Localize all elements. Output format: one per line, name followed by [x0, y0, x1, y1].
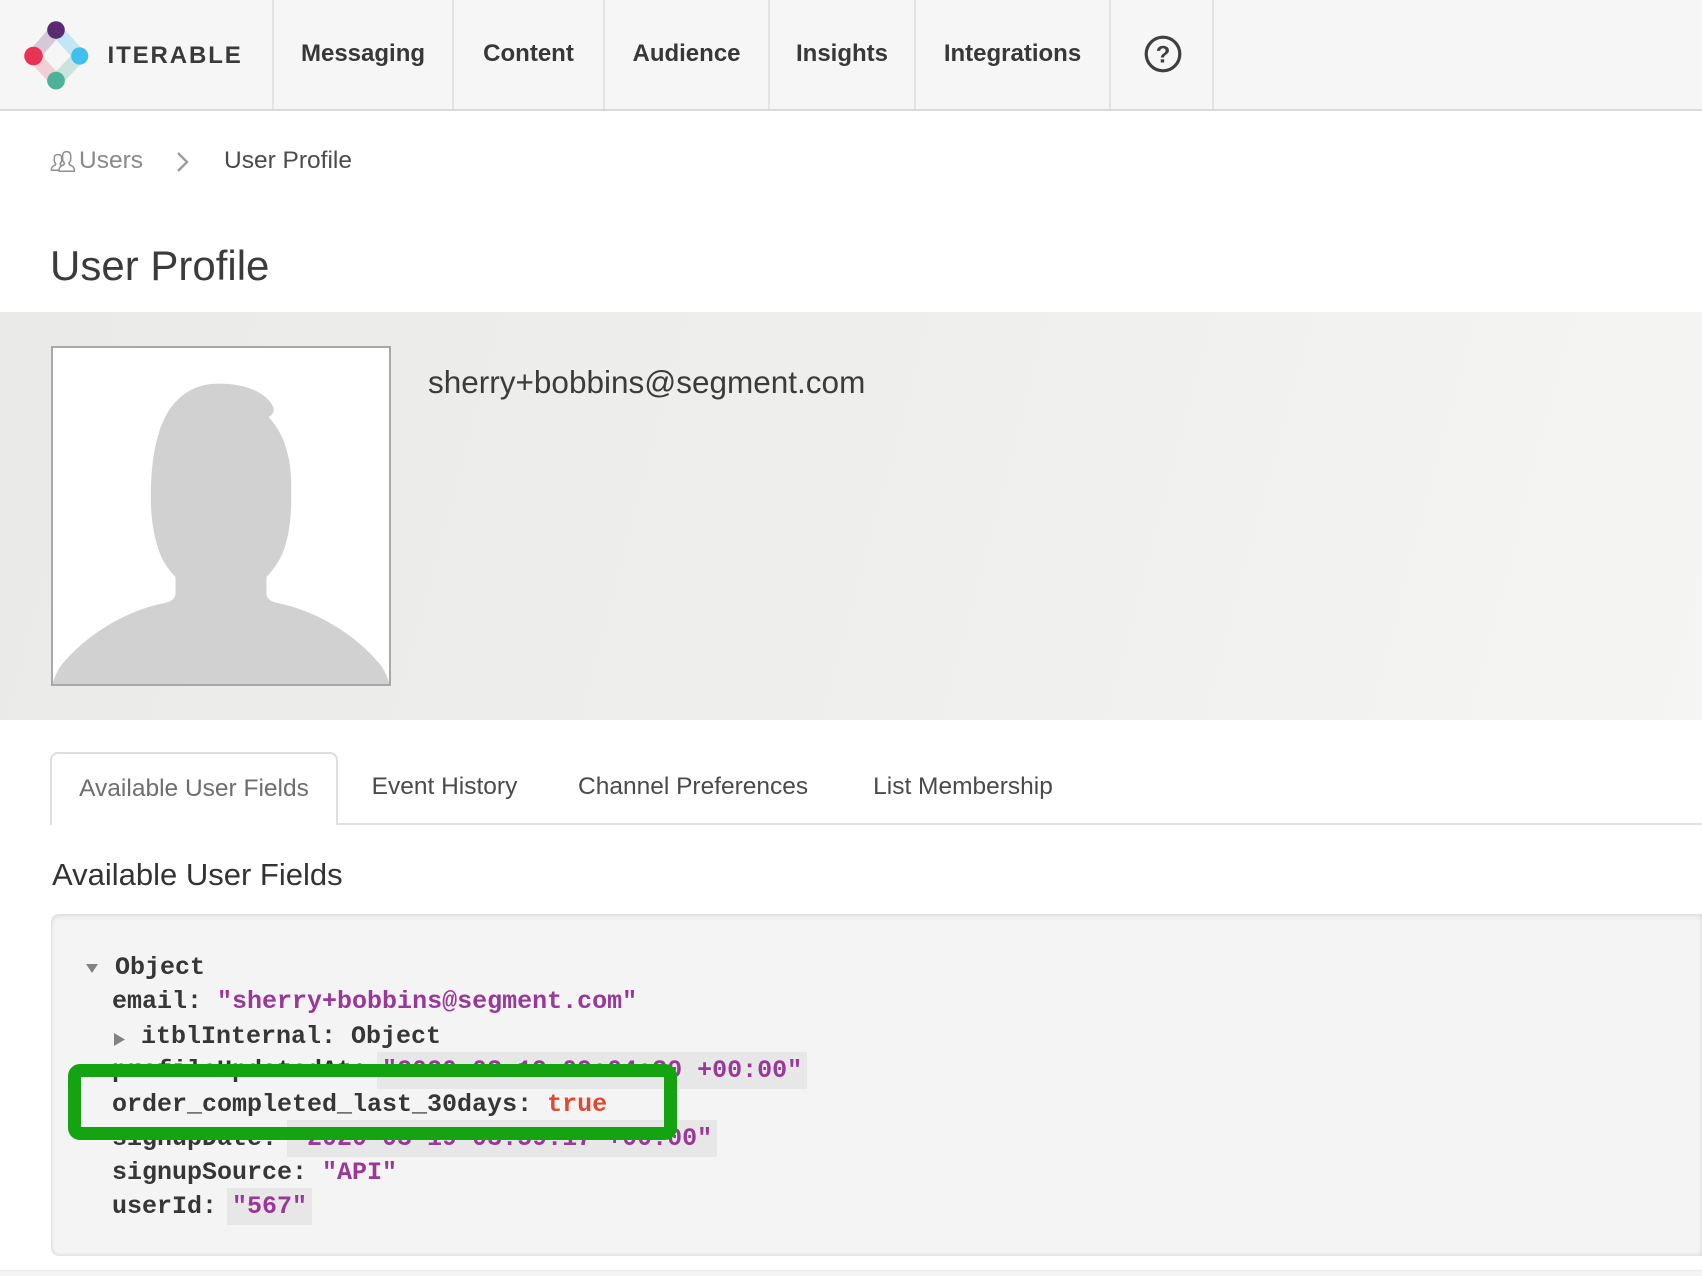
- svg-text:?: ?: [1156, 42, 1171, 69]
- svg-text:ITERABLE: ITERABLE: [108, 42, 243, 69]
